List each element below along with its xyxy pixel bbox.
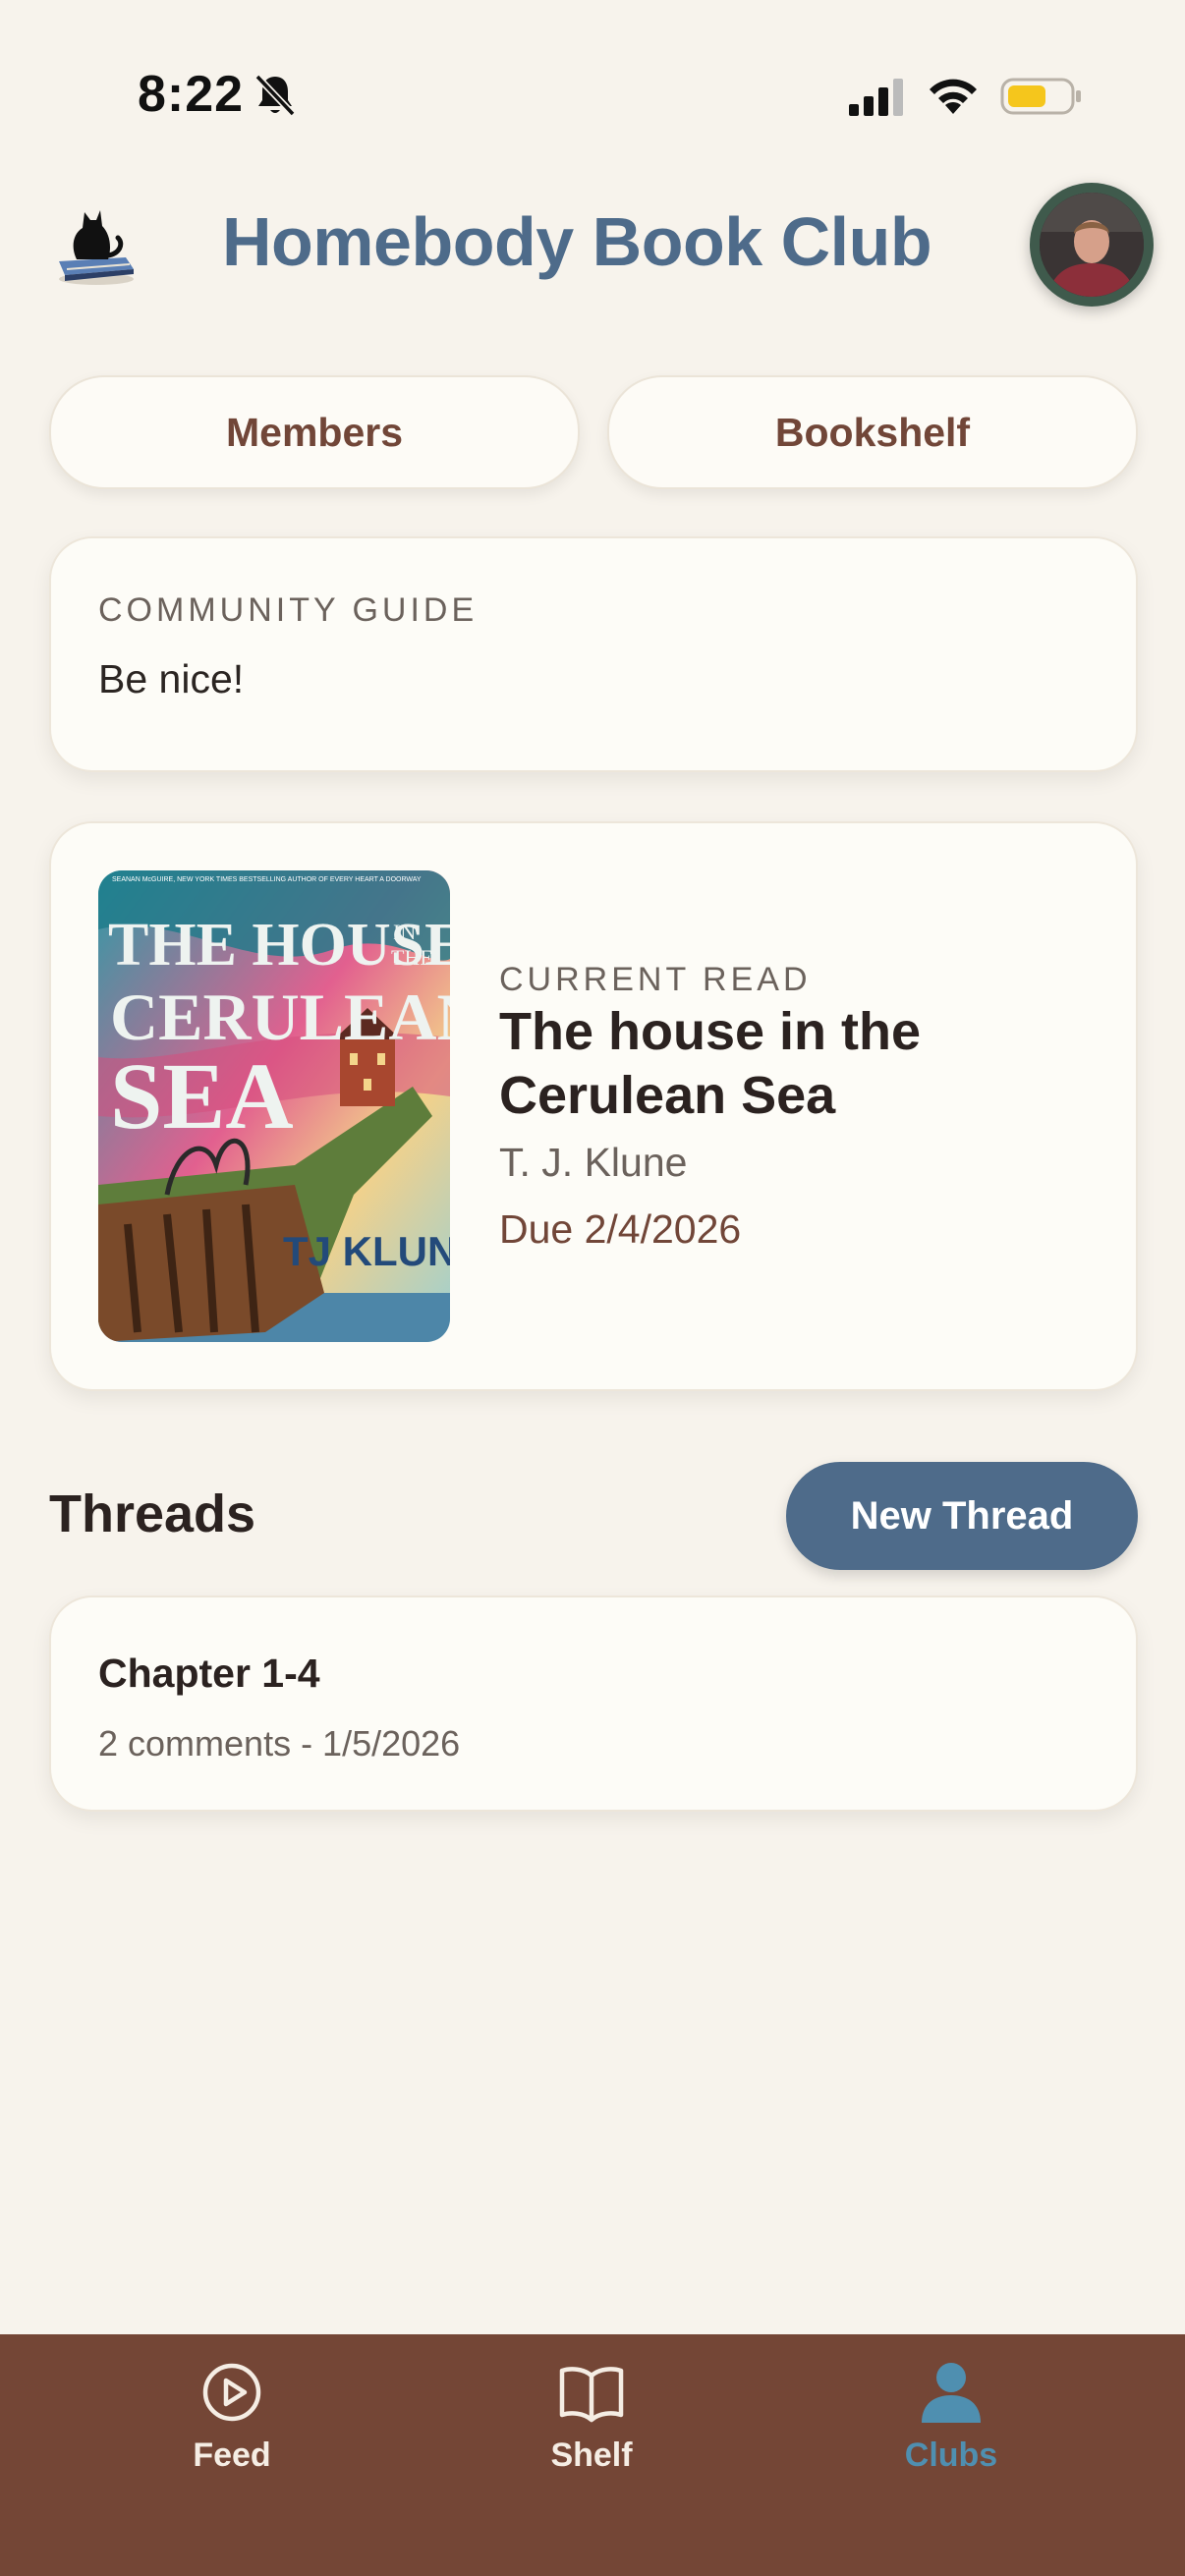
thread-item[interactable]: Chapter 1-4 2 comments - 1/5/2026 — [49, 1596, 1138, 1812]
community-guide-card: COMMUNITY GUIDE Be nice! — [49, 536, 1138, 772]
current-read-card[interactable]: SEANAN McGUIRE, NEW YORK TIMES BESTSELLI… — [49, 821, 1138, 1391]
tab-shelf-label: Shelf — [550, 2436, 633, 2474]
bell-muted-icon — [254, 74, 296, 117]
book-author: T. J. Klune — [499, 1140, 688, 1185]
tab-clubs-label: Clubs — [904, 2436, 998, 2474]
bottom-tab-bar: Feed Shelf Clubs — [0, 2334, 1185, 2576]
members-button[interactable]: Members — [49, 375, 580, 489]
svg-text:SEA: SEA — [110, 1043, 294, 1148]
svg-text:THE: THE — [391, 945, 433, 970]
tab-feed[interactable]: Feed — [114, 2358, 350, 2505]
tab-clubs[interactable]: Clubs — [833, 2358, 1069, 2505]
svg-text:IN: IN — [393, 920, 416, 944]
status-time: 8:22 — [138, 66, 245, 123]
community-guide-heading: COMMUNITY GUIDE — [98, 591, 479, 629]
current-read-heading: CURRENT READ — [499, 961, 812, 998]
person-icon — [922, 2363, 981, 2423]
play-circle-icon — [202, 2363, 261, 2422]
community-guide-text: Be nice! — [98, 656, 245, 701]
tab-shelf[interactable]: Shelf — [474, 2358, 709, 2505]
battery-icon — [1000, 78, 1081, 115]
status-bar: 8:22 — [0, 0, 1185, 147]
avatar[interactable] — [1030, 183, 1154, 307]
book-icon — [559, 2367, 624, 2423]
svg-text:SEANAN McGUIRE, NEW YORK TIMES: SEANAN McGUIRE, NEW YORK TIMES BESTSELLI… — [112, 876, 422, 883]
cat-on-book-logo — [59, 210, 134, 285]
new-thread-button[interactable]: New Thread — [786, 1462, 1138, 1570]
thread-title: Chapter 1-4 — [98, 1651, 320, 1696]
svg-text:TJ KLUNE: TJ KLUNE — [283, 1228, 450, 1274]
tab-feed-label: Feed — [193, 2436, 271, 2474]
profile-photo — [1040, 193, 1144, 297]
book-cover: SEANAN McGUIRE, NEW YORK TIMES BESTSELLI… — [98, 870, 450, 1342]
bookshelf-button[interactable]: Bookshelf — [607, 375, 1138, 489]
book-title: The house in the Cerulean Sea — [499, 1002, 922, 1125]
book-due-date: Due 2/4/2026 — [499, 1206, 742, 1252]
cell-signal-icon — [849, 79, 903, 116]
threads-heading: Threads — [49, 1484, 256, 1543]
wifi-icon — [930, 79, 977, 114]
book-cover-art: SEANAN McGUIRE, NEW YORK TIMES BESTSELLI… — [98, 870, 450, 1342]
page-title: Homebody Book Club — [222, 203, 932, 280]
thread-meta: 2 comments - 1/5/2026 — [98, 1723, 461, 1764]
